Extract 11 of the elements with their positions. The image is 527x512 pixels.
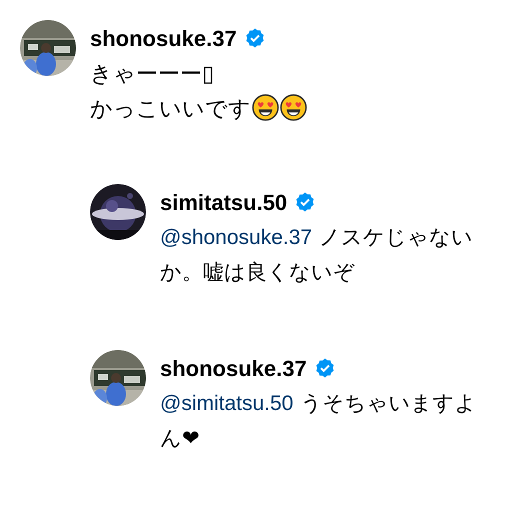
comment-text: かっこいいです bbox=[90, 91, 307, 126]
mention-link[interactable]: @simitatsu.50 bbox=[160, 392, 294, 415]
username-link[interactable]: shonosuke.37 bbox=[90, 22, 237, 54]
username-link[interactable]: simitatsu.50 bbox=[160, 186, 288, 218]
heart-eyes-emoji-icon bbox=[252, 94, 279, 121]
comment-text: きゃーーー▯ bbox=[90, 60, 215, 88]
username-link[interactable]: shonosuke.37 bbox=[160, 352, 307, 384]
comment-text: @shonosuke.37 ノスケじゃないか。嘘は良くないぞ bbox=[160, 225, 474, 286]
comment-text: @simitatsu.50 うそちゃいますよん❤ bbox=[160, 391, 478, 452]
mention-link[interactable]: @shonosuke.37 bbox=[160, 226, 312, 249]
heart-eyes-emoji-icon bbox=[280, 94, 307, 121]
